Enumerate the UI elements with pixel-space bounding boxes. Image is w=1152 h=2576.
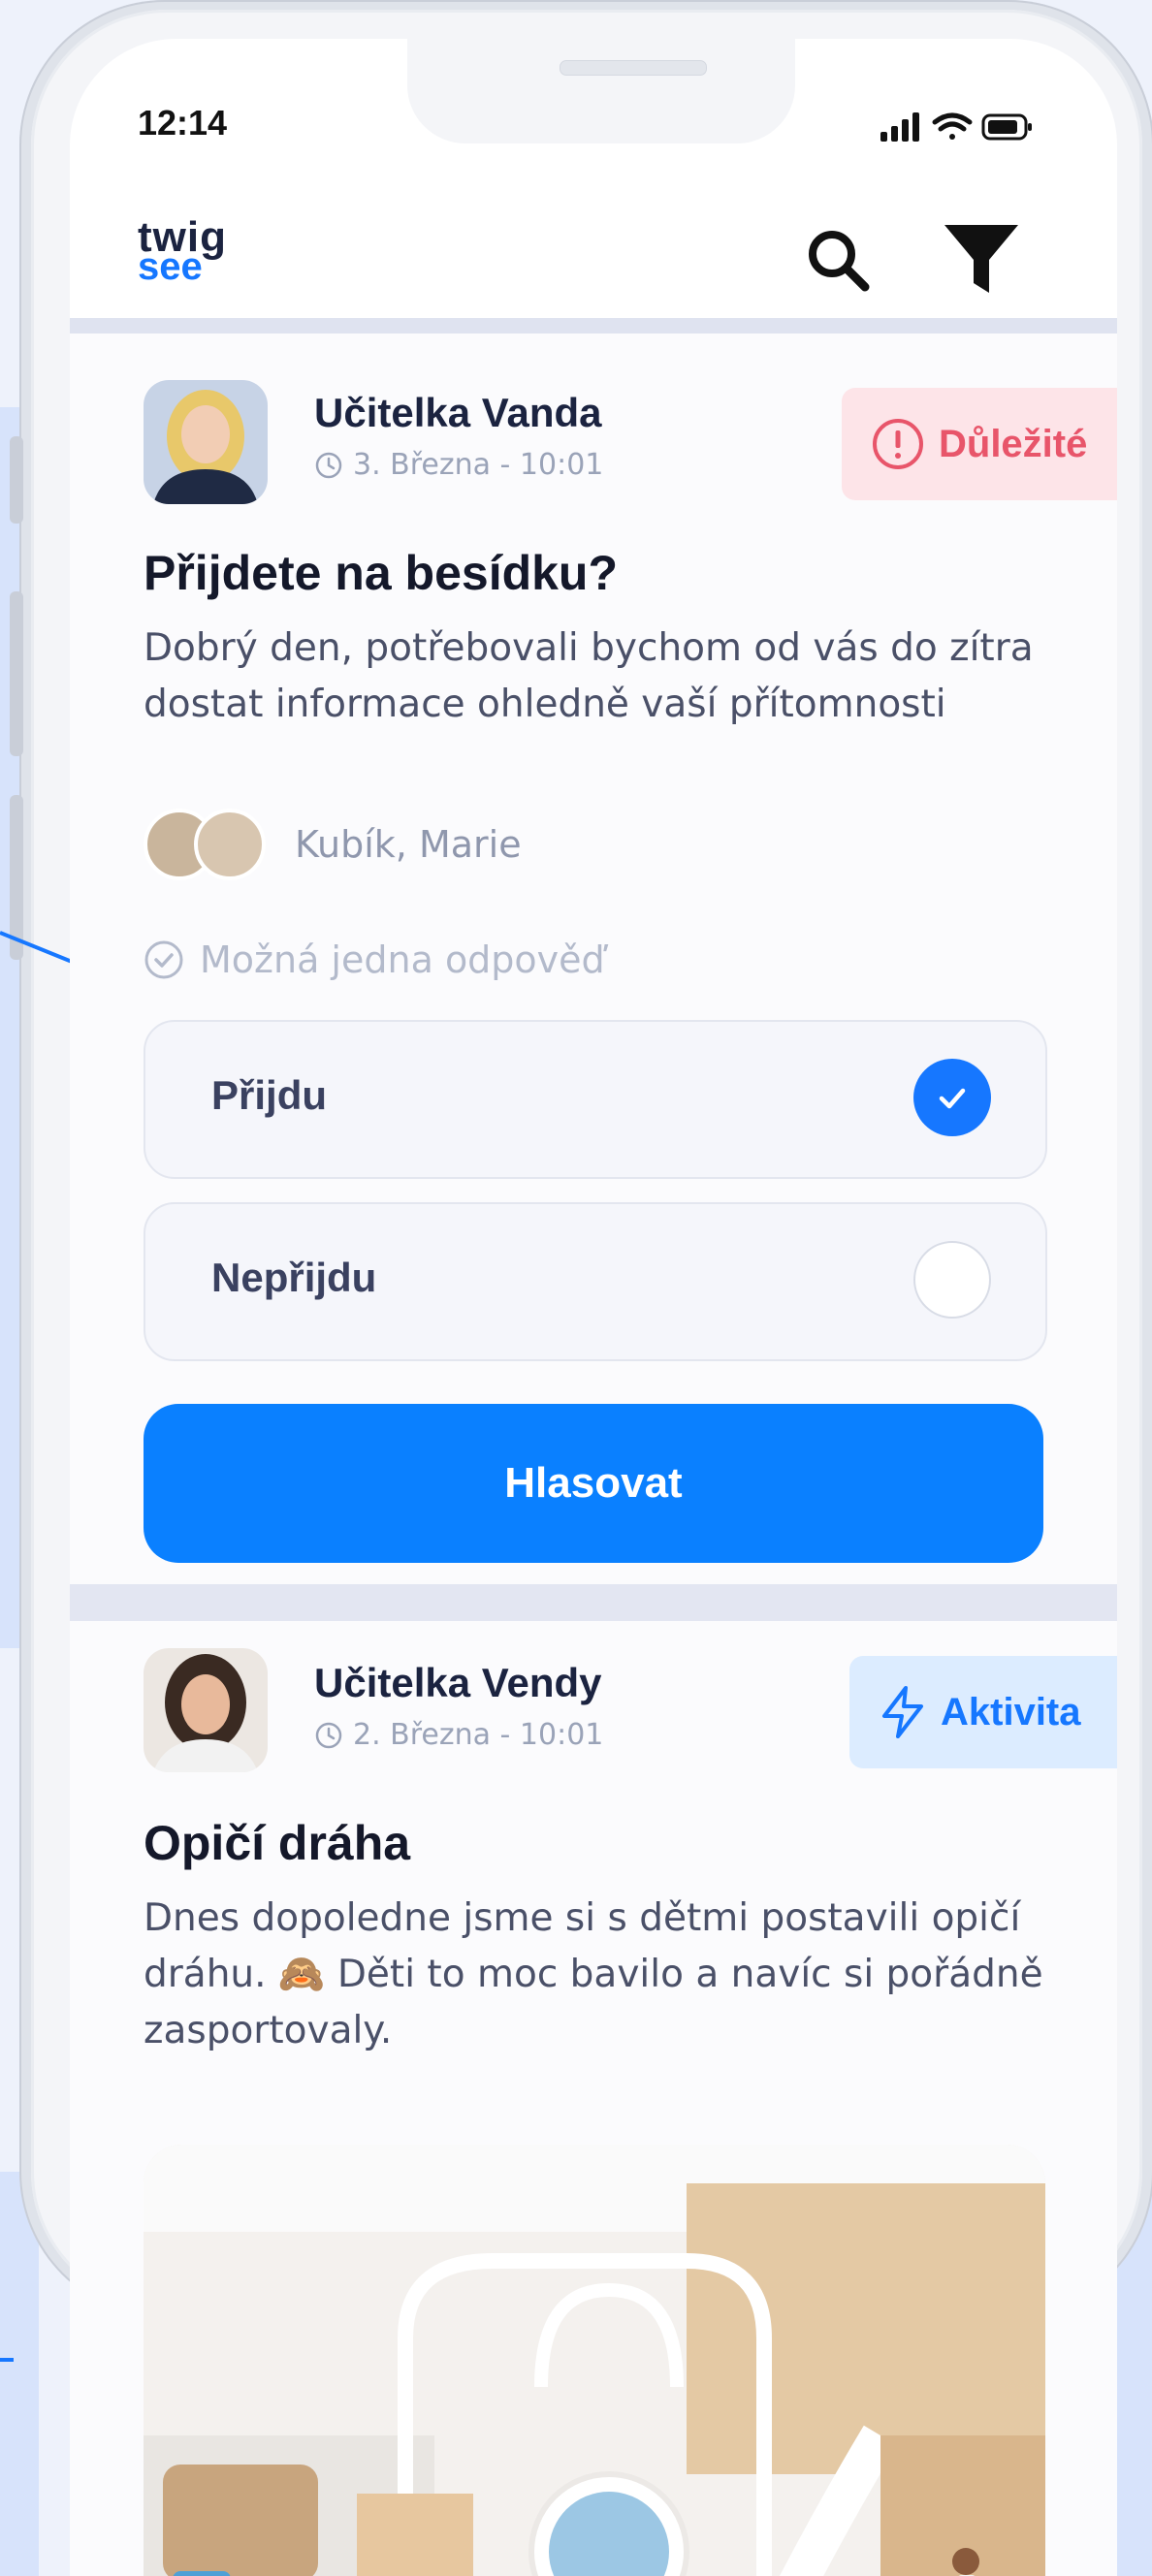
post-body: Dobrý den, potřebovali bychom od vás do … xyxy=(144,626,1034,726)
post-author: Učitelka Vanda xyxy=(314,390,602,435)
phone-notch xyxy=(407,39,795,143)
badge-label: Aktivita xyxy=(941,1690,1081,1733)
post-timestamp: 2. Března - 10:01 xyxy=(314,1718,603,1752)
post-title: Přijdete na besídku? xyxy=(144,546,619,600)
checkmark-icon xyxy=(939,1088,966,1109)
post-children: Kubík, Marie xyxy=(144,809,522,880)
poll-option[interactable]: Přijdu xyxy=(144,1020,1047,1179)
post-card: Učitelka Vanda 3. Března - 10:01 Důležit… xyxy=(70,334,1117,1584)
timestamp-text: 2. Března - 10:01 xyxy=(353,1718,604,1752)
app-screen: 12:14 twig see Učitelka Vanda 3. Března … xyxy=(70,39,1117,2576)
post-photo[interactable] xyxy=(144,2145,1045,2576)
poll-option-radio[interactable] xyxy=(913,1241,991,1319)
phone-side-button xyxy=(10,436,23,524)
children-avatars xyxy=(144,809,266,880)
poll-hint-text: Možná jedna odpověď xyxy=(200,938,605,981)
status-icons xyxy=(880,112,1032,142)
poll-hint: Možná jedna odpověď xyxy=(144,938,605,981)
child-avatar xyxy=(194,809,266,880)
connector-line xyxy=(0,2358,14,2362)
lightning-icon xyxy=(882,1686,923,1738)
filter-button[interactable] xyxy=(943,221,1020,299)
filter-icon xyxy=(944,225,1018,293)
post-card: Učitelka Vendy 2. Března - 10:01 Aktivit… xyxy=(70,1621,1117,2576)
search-icon xyxy=(809,231,870,292)
clock-icon xyxy=(315,452,342,478)
clock-icon xyxy=(315,1722,342,1748)
alert-circle-icon xyxy=(873,419,923,469)
poll-option[interactable]: Nepřijdu xyxy=(144,1202,1047,1361)
app-logo[interactable]: twig see xyxy=(138,216,227,287)
poll-option-label: Nepřijdu xyxy=(211,1255,377,1300)
timestamp-text: 3. Března - 10:01 xyxy=(353,448,604,482)
feed-divider xyxy=(70,1584,1117,1621)
check-circle-icon xyxy=(144,940,183,979)
avatar xyxy=(144,380,268,504)
phone-side-button xyxy=(10,591,23,756)
post-title: Opičí dráha xyxy=(144,1816,411,1870)
post-author: Učitelka Vendy xyxy=(314,1660,602,1705)
signal-icon xyxy=(880,112,919,142)
battery-icon xyxy=(981,113,1032,141)
status-badge: Důležité xyxy=(842,388,1117,500)
wifi-icon xyxy=(932,112,973,140)
badge-label: Důležité xyxy=(939,422,1088,465)
avatar xyxy=(144,1648,268,1772)
phone-speaker xyxy=(560,60,707,76)
playground-photo xyxy=(144,2145,1045,2576)
children-names: Kubík, Marie xyxy=(295,823,522,866)
status-badge: Aktivita xyxy=(849,1656,1117,1768)
search-button[interactable] xyxy=(799,221,877,299)
status-time: 12:14 xyxy=(138,103,228,143)
post-body: Dnes dopoledne jsme si s dětmi postavili… xyxy=(144,1896,1043,2052)
poll-option-label: Přijdu xyxy=(211,1072,328,1118)
vote-button[interactable]: Hlasovat xyxy=(144,1404,1043,1563)
post-timestamp: 3. Března - 10:01 xyxy=(314,448,603,482)
feed-divider xyxy=(70,318,1117,334)
poll-option-radio[interactable] xyxy=(913,1059,991,1136)
